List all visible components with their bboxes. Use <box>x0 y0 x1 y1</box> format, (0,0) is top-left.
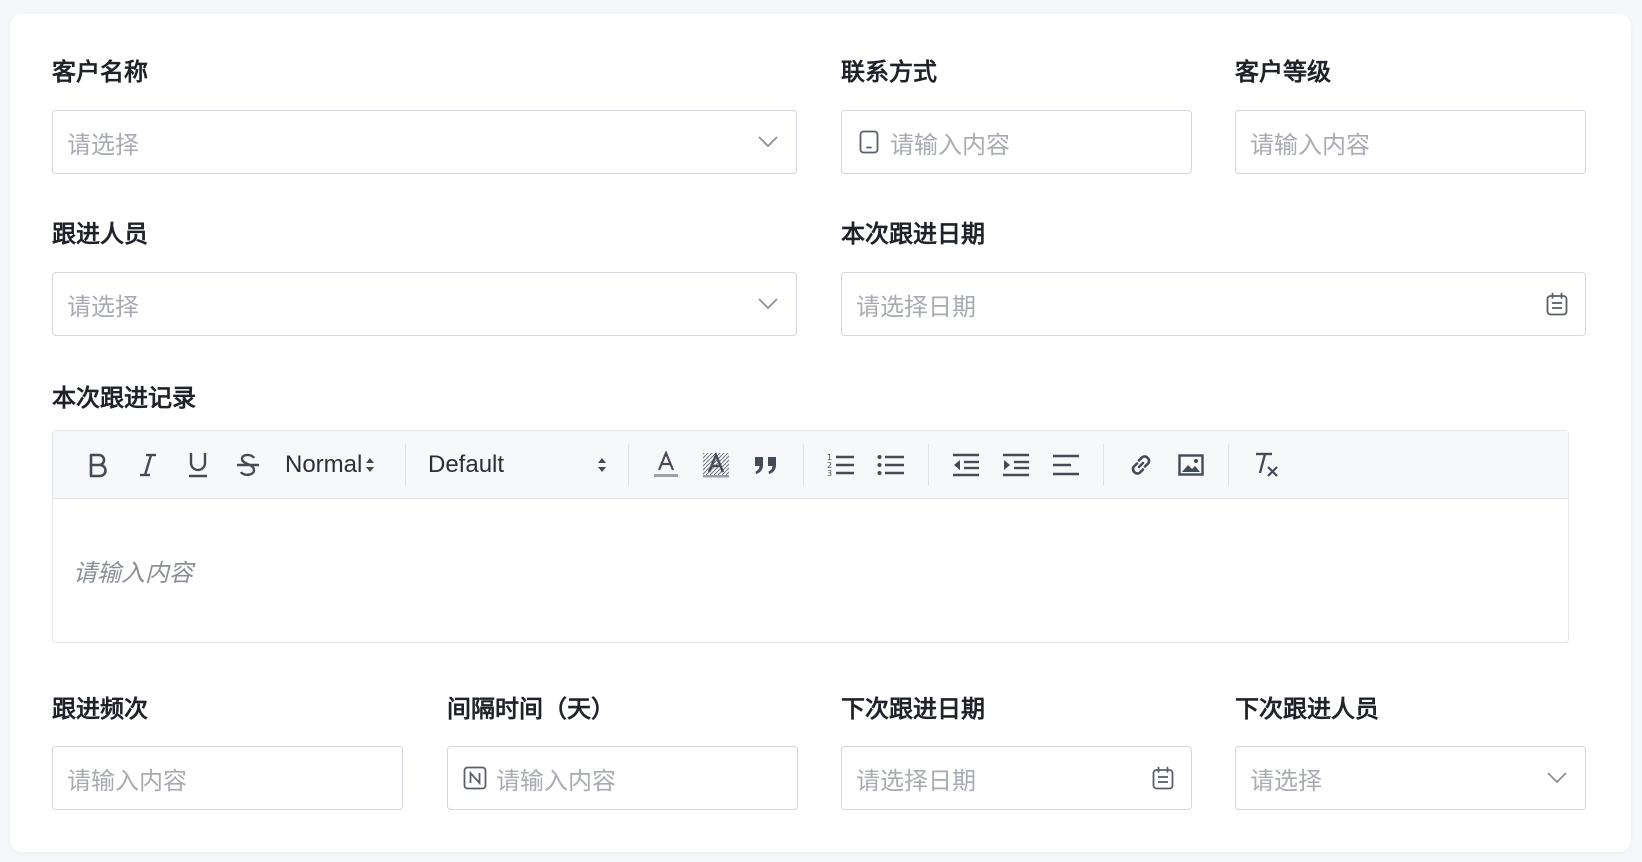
interval-label: 间隔时间（天） <box>447 695 615 723</box>
customer-name-label: 客户名称 <box>52 58 148 86</box>
font-color-icon <box>653 450 679 479</box>
editor-placeholder: 请输入内容 <box>73 559 193 587</box>
blockquote-button[interactable] <box>746 445 786 485</box>
link-icon <box>1127 451 1155 479</box>
bullet-list-icon <box>877 453 905 477</box>
font-color-button[interactable] <box>646 445 686 485</box>
font-select-value: Default <box>428 450 505 478</box>
next-follower-placeholder: 请选择 <box>1250 766 1322 795</box>
bullet-list-button[interactable] <box>871 445 911 485</box>
contact-input[interactable]: 请输入内容 <box>841 110 1192 174</box>
italic-icon <box>137 452 159 478</box>
outdent-button[interactable] <box>946 445 986 485</box>
toolbar-divider <box>628 443 629 486</box>
interval-placeholder: 请输入内容 <box>496 766 616 795</box>
blockquote-icon <box>753 454 779 476</box>
toolbar-divider <box>405 443 406 486</box>
ordered-list-button[interactable]: 123 <box>821 445 861 485</box>
follow-date-label: 本次跟进日期 <box>841 220 985 248</box>
next-date-placeholder: 请选择日期 <box>856 766 976 795</box>
ordered-list-icon: 123 <box>827 452 855 478</box>
align-button[interactable] <box>1046 445 1086 485</box>
sort-arrows-icon <box>364 455 376 475</box>
rich-text-editor: Normal Default 1 2 3 请输入内容 <box>52 430 1569 643</box>
next-date-label: 下次跟进日期 <box>841 695 985 723</box>
follower-label: 跟进人员 <box>52 220 148 248</box>
customer-name-select[interactable]: 请选择 <box>52 110 797 174</box>
frequency-label: 跟进频次 <box>52 695 148 723</box>
clear-format-button[interactable] <box>1246 445 1286 485</box>
underline-button[interactable] <box>178 445 218 485</box>
link-button[interactable] <box>1121 445 1161 485</box>
follower-select[interactable]: 请选择 <box>52 272 797 336</box>
interval-input[interactable]: 请输入内容 <box>447 746 798 810</box>
align-left-icon <box>1052 454 1080 476</box>
customer-level-label: 客户等级 <box>1235 58 1331 86</box>
heading-select[interactable]: Normal <box>285 451 383 479</box>
indent-button[interactable] <box>996 445 1036 485</box>
bold-icon <box>87 452 109 478</box>
svg-text:3: 3 <box>827 469 832 478</box>
next-follower-label: 下次跟进人员 <box>1235 695 1379 723</box>
background-color-button[interactable] <box>696 445 736 485</box>
contact-label: 联系方式 <box>841 58 937 86</box>
background-color-icon <box>702 451 730 479</box>
chevron-down-icon <box>1543 764 1571 792</box>
calendar-icon <box>1543 290 1571 318</box>
toolbar-divider <box>803 443 804 486</box>
toolbar-divider <box>928 443 929 486</box>
outdent-icon <box>952 453 980 477</box>
next-follower-select[interactable]: 请选择 <box>1235 746 1586 810</box>
font-select[interactable]: Default <box>428 451 608 479</box>
customer-level-input[interactable]: 请输入内容 <box>1235 110 1586 174</box>
sort-arrows-icon <box>596 455 608 475</box>
customer-name-placeholder: 请选择 <box>67 130 139 159</box>
next-date-picker[interactable]: 请选择日期 <box>841 746 1192 810</box>
heading-select-value: Normal <box>285 450 363 478</box>
toolbar-divider <box>1228 443 1229 486</box>
editor-content[interactable]: 请输入内容 <box>53 499 1568 642</box>
contact-placeholder: 请输入内容 <box>890 130 1010 159</box>
strikethrough-icon <box>236 452 260 478</box>
calendar-icon <box>1149 764 1177 792</box>
strikethrough-button[interactable] <box>228 445 268 485</box>
chevron-down-icon <box>754 290 782 318</box>
indent-icon <box>1002 453 1030 477</box>
frequency-placeholder: 请输入内容 <box>67 766 187 795</box>
follow-date-placeholder: 请选择日期 <box>856 292 976 321</box>
phone-icon <box>856 129 882 155</box>
editor-toolbar: Normal Default 1 2 3 <box>53 431 1568 499</box>
follow-date-picker[interactable]: 请选择日期 <box>841 272 1586 336</box>
bold-button[interactable] <box>78 445 118 485</box>
image-button[interactable] <box>1171 445 1211 485</box>
follower-placeholder: 请选择 <box>67 292 139 321</box>
frequency-input[interactable]: 请输入内容 <box>52 746 403 810</box>
clear-format-icon <box>1252 451 1280 479</box>
customer-level-placeholder: 请输入内容 <box>1250 130 1370 159</box>
follow-record-label: 本次跟进记录 <box>52 384 196 412</box>
italic-button[interactable] <box>128 445 168 485</box>
chevron-down-icon <box>754 128 782 156</box>
number-icon <box>462 765 488 791</box>
toolbar-divider <box>1103 443 1104 486</box>
image-icon <box>1178 453 1204 476</box>
underline-icon <box>187 451 209 479</box>
